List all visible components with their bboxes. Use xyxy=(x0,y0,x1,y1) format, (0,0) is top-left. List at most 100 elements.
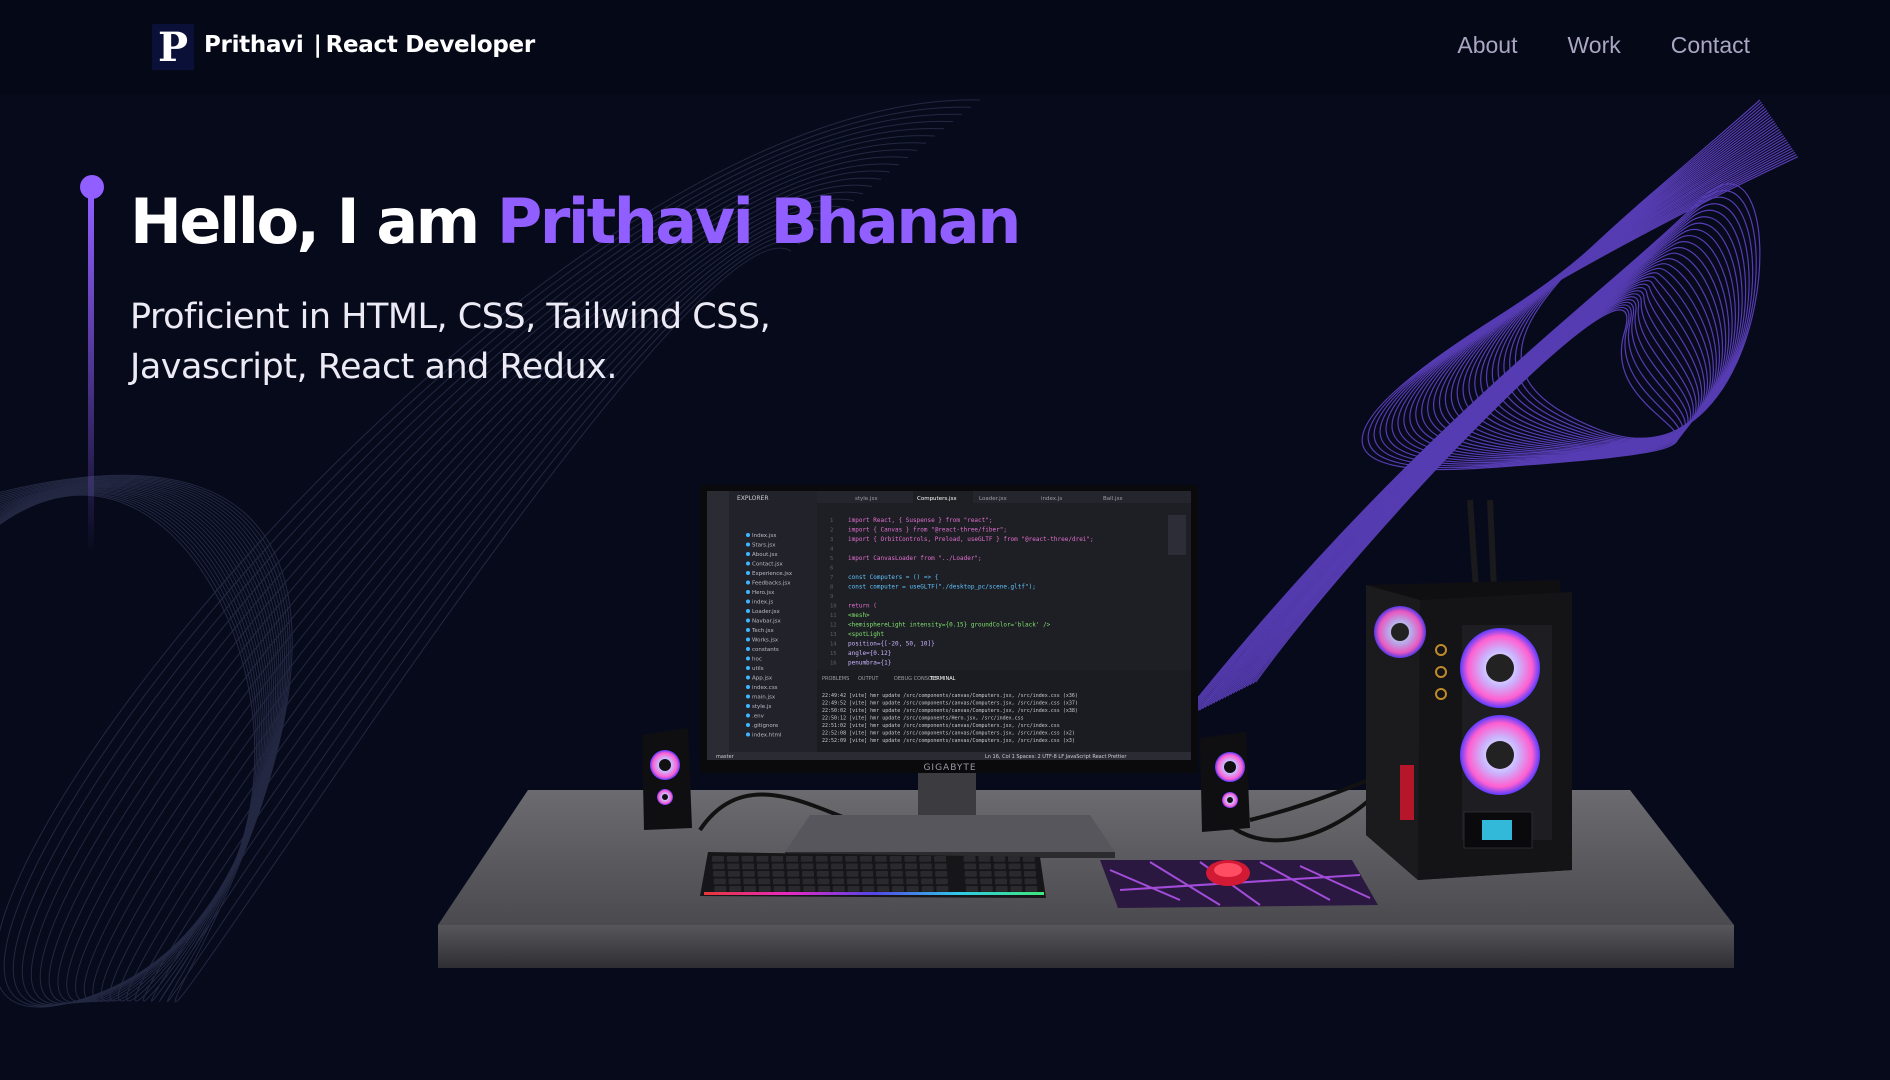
desktop-pc-3d-scene[interactable]: GIGABYTE EXPLORER Index.jsx Stars.jsx Abou… xyxy=(0,0,1890,1080)
file-type-icon xyxy=(746,580,750,585)
keyboard-key xyxy=(1009,871,1022,877)
keyboard-key xyxy=(847,878,859,885)
file-type-icon xyxy=(746,647,750,651)
keyboard-key xyxy=(713,871,726,877)
keyboard-key xyxy=(743,878,756,885)
keyboard-key xyxy=(891,878,904,885)
keyboard-key xyxy=(979,871,992,877)
editor-line-number: 5 xyxy=(830,556,833,562)
editor-file-item: Index.jsx xyxy=(752,533,777,539)
file-type-icon xyxy=(746,685,750,689)
keyboard-key xyxy=(786,863,799,870)
keyboard-key xyxy=(845,856,858,862)
terminal-line: 22:49:52 [vite] hmr update /src/componen… xyxy=(822,701,1078,707)
keyboard-key xyxy=(964,871,977,877)
editor-code-line: import React, { Suspense } from "react"; xyxy=(848,517,993,524)
keyboard-key xyxy=(1009,878,1022,885)
keyboard-key xyxy=(905,871,918,877)
editor-code-line: <spotLight xyxy=(848,631,885,638)
editor-file-item: hoc xyxy=(752,657,762,663)
keyboard-key xyxy=(788,886,801,892)
keyboard-key xyxy=(993,856,1006,862)
keyboard-key xyxy=(787,878,800,885)
keyboard-key xyxy=(742,863,755,870)
keyboard-key xyxy=(773,878,785,885)
keyboard-key xyxy=(994,871,1007,877)
editor-code-line: <hemisphereLight intensity={0.15} ground… xyxy=(848,622,1051,629)
file-type-icon xyxy=(746,675,750,680)
file-type-icon xyxy=(746,628,750,632)
editor-panel-tab: TERMINAL xyxy=(929,676,956,682)
editor-file-item: index.html xyxy=(752,733,782,739)
editor-status-left: master xyxy=(716,754,735,760)
keyboard-key xyxy=(1024,878,1037,885)
editor-tab: style.jsx xyxy=(855,496,878,502)
editor-code-line: position={[-20, 50, 10]} xyxy=(848,641,935,648)
editor-file-item: Loader.jsx xyxy=(752,609,780,615)
keyboard-key xyxy=(786,856,798,862)
keyboard-key xyxy=(816,863,829,870)
editor-line-number: 3 xyxy=(830,537,833,543)
keyboard-key xyxy=(979,863,991,870)
keyboard-key xyxy=(1010,886,1023,892)
keyboard-key xyxy=(860,863,873,870)
keyboard-key xyxy=(728,871,740,877)
keyboard-key xyxy=(1008,856,1020,862)
editor-line-number: 1 xyxy=(830,518,833,524)
editor-line-number: 13 xyxy=(830,632,837,638)
keyboard-key xyxy=(890,871,903,877)
keyboard-key xyxy=(995,886,1008,892)
editor-file-item: index.css xyxy=(752,685,778,691)
keyboard-key xyxy=(920,871,933,877)
editor-panel-tab: OUTPUT xyxy=(858,676,879,682)
file-type-icon xyxy=(746,561,750,566)
keyboard-key xyxy=(758,886,771,892)
file-type-icon xyxy=(746,723,750,727)
editor-line-number: 2 xyxy=(830,528,833,534)
editor-file-item: constants xyxy=(752,647,779,653)
keyboard-key xyxy=(906,886,919,892)
file-type-icon xyxy=(746,533,750,537)
file-type-icon xyxy=(746,552,750,556)
terminal-line: 22:49:42 [vite] hmr update /src/componen… xyxy=(822,693,1078,699)
keyboard-key xyxy=(830,856,843,862)
keyboard-key xyxy=(771,856,784,862)
keyboard-key xyxy=(847,886,860,892)
file-type-icon xyxy=(746,656,750,661)
editor-file-item: utils xyxy=(752,666,764,672)
editor-file-item: Hero.jsx xyxy=(752,590,775,596)
keyboard-key xyxy=(890,863,903,870)
file-type-icon xyxy=(746,732,750,737)
file-type-icon xyxy=(746,571,750,575)
keyboard-key xyxy=(726,856,739,862)
editor-file-item: Works.jsx xyxy=(752,638,779,644)
keyboard-key xyxy=(919,856,932,862)
editor-code-line: penumbra={1} xyxy=(848,660,891,667)
keyboard-key xyxy=(757,863,769,870)
editor-file-item: Navbar.jsx xyxy=(752,619,781,625)
keyboard-key xyxy=(832,878,845,885)
file-type-icon xyxy=(746,599,750,604)
keyboard-key xyxy=(978,856,991,862)
editor-file-item: App.jsx xyxy=(752,676,773,682)
keyboard-key xyxy=(802,871,814,877)
keyboard-key xyxy=(1022,856,1035,862)
keyboard-key xyxy=(963,856,976,862)
keyboard-key xyxy=(921,878,933,885)
file-type-icon xyxy=(746,637,750,642)
pc-tower xyxy=(1366,499,1572,880)
editor-tab: Computers.jsx xyxy=(917,496,957,502)
editor-code-line: import { Canvas } from "@react-three/fib… xyxy=(848,527,1007,534)
keyboard-key xyxy=(861,871,874,877)
keyboard-key xyxy=(815,856,828,862)
keyboard-key xyxy=(877,886,890,892)
keyboard-key xyxy=(802,878,815,885)
keyboard-key xyxy=(801,863,814,870)
editor-file-item: Contact.jsx xyxy=(752,562,784,568)
file-type-icon xyxy=(746,609,750,613)
keyboard-key xyxy=(771,863,784,870)
keyboard-key xyxy=(921,886,934,892)
keyboard-key xyxy=(966,886,978,892)
editor-line-number: 6 xyxy=(830,566,833,572)
editor-line-number: 15 xyxy=(830,651,837,657)
